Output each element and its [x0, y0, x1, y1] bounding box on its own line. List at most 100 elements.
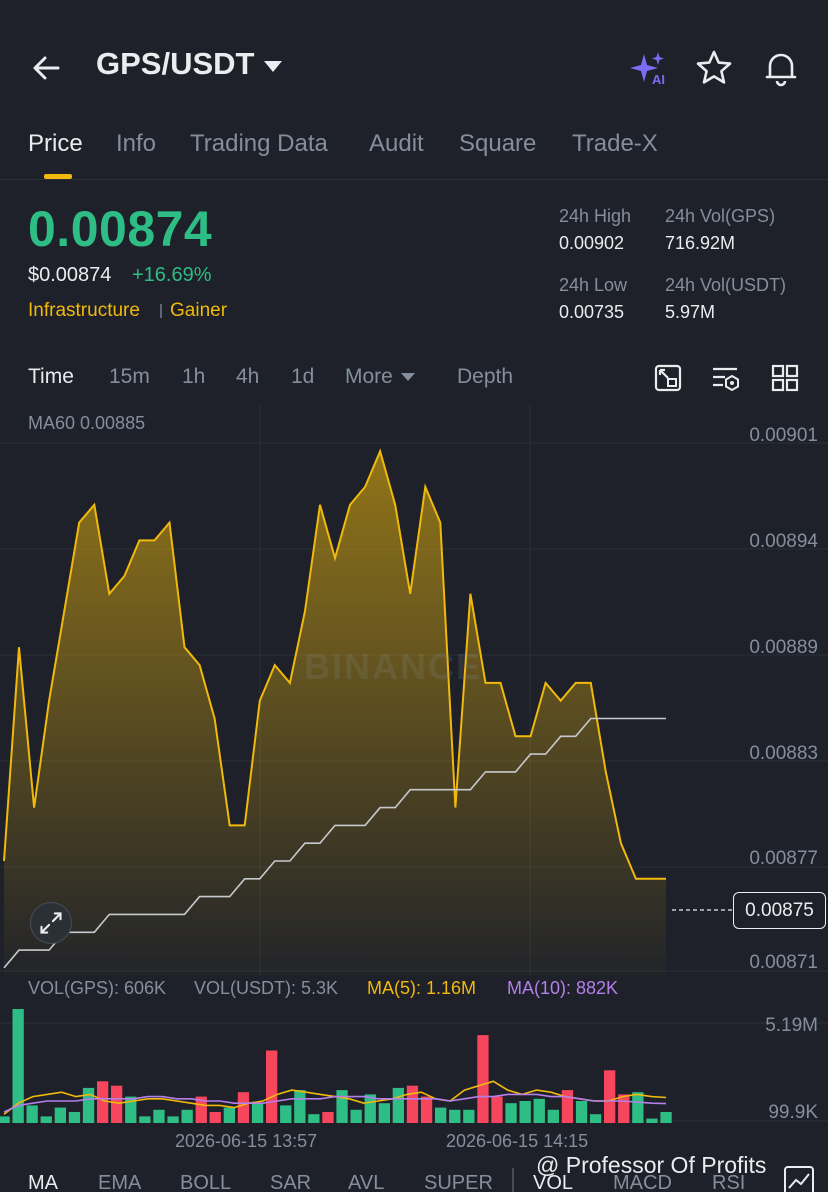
indicator-sar[interactable]: SAR: [270, 1172, 311, 1192]
volume-bar: [632, 1092, 644, 1123]
volume-bar: [646, 1118, 658, 1123]
star-icon[interactable]: [694, 48, 734, 88]
price-axis-tick: 0.00901: [749, 425, 818, 446]
tab-price[interactable]: Price: [28, 130, 83, 158]
binance-watermark: BINANCE: [304, 646, 483, 687]
volume-bar: [322, 1112, 334, 1123]
chart-type-icon[interactable]: [784, 1166, 814, 1192]
ma60-readout: MA60 0.00885: [28, 413, 146, 433]
volume-bar: [280, 1105, 292, 1123]
timeframe-1h[interactable]: 1h: [182, 365, 205, 389]
price-area: [4, 451, 666, 975]
volume-bar: [54, 1107, 66, 1123]
low-value: 0.00735: [559, 302, 625, 322]
vol-base-label: 24h Vol(GPS): [665, 206, 776, 226]
volume-bar: [463, 1109, 475, 1123]
volume-bar: [68, 1112, 81, 1123]
timeframe-more[interactable]: More: [345, 365, 415, 389]
grid-layout-icon[interactable]: [771, 364, 799, 392]
volume-bar: [111, 1085, 123, 1123]
timeframe-1d[interactable]: 1d: [291, 365, 314, 389]
volume-bar: [181, 1109, 193, 1123]
volume-bar: [449, 1109, 461, 1123]
volume-bar: [477, 1035, 489, 1123]
volume-bar: [589, 1114, 602, 1123]
indicator-settings-icon[interactable]: [711, 364, 741, 392]
chart-settings-icon[interactable]: [654, 364, 682, 392]
last-price: 0.00874: [28, 201, 213, 257]
tab-audit[interactable]: Audit: [369, 130, 424, 158]
volume-bar: [406, 1085, 419, 1123]
price-axis-tick: 0.00871: [749, 952, 818, 973]
volume-bar: [505, 1103, 517, 1123]
more-label: More: [345, 365, 393, 388]
volume-bar: [40, 1116, 52, 1123]
time-axis-label: 2026-06-15 13:57: [175, 1131, 318, 1151]
volume-bar: [223, 1107, 235, 1123]
price-axis-tick: 0.00894: [749, 531, 818, 552]
depth-tab[interactable]: Depth: [457, 365, 513, 389]
indicator-ema[interactable]: EMA: [98, 1172, 141, 1192]
volume-bar: [294, 1090, 306, 1123]
volume-bar: [209, 1112, 221, 1123]
price-change: +16.69%: [132, 264, 212, 286]
timeframe-4h[interactable]: 4h: [236, 365, 259, 389]
page-tabs: Price Info Trading Data Audit Square Tra…: [0, 120, 828, 180]
volume-bar: [618, 1094, 630, 1123]
volume-bar: [350, 1109, 362, 1123]
volume-bar: [308, 1114, 320, 1123]
volume-bar: [491, 1096, 503, 1123]
author-credit: @ Professor Of Profits: [536, 1152, 767, 1178]
indicator-ma[interactable]: MA: [28, 1172, 58, 1192]
vol-base-value: 716.92M: [665, 233, 736, 253]
volume-min-label: 99.9K: [768, 1102, 818, 1123]
category-tag[interactable]: Infrastructure: [28, 300, 140, 322]
indicator-divider: [512, 1168, 514, 1192]
vol-quote-label: 24h Vol(USDT): [665, 275, 787, 295]
volume-bar: [139, 1116, 151, 1123]
active-tab-indicator: [44, 174, 72, 179]
back-arrow-icon[interactable]: [28, 48, 68, 88]
volume-bar: [435, 1107, 447, 1123]
volume-bar: [561, 1090, 574, 1123]
volume-bar: [660, 1112, 672, 1123]
vol-ma5-readout: MA(5): 1.16M: [367, 978, 477, 998]
volume-bar: [26, 1105, 38, 1123]
ai-badge-text: AI: [652, 72, 665, 87]
chevron-down-icon: [400, 373, 415, 381]
high-value: 0.00902: [559, 233, 625, 253]
volume-bar: [392, 1087, 404, 1123]
price-axis-tick: 0.00883: [749, 743, 818, 764]
volume-bar: [575, 1101, 588, 1123]
timeframe-15m[interactable]: 15m: [109, 365, 150, 389]
indicator-boll[interactable]: BOLL: [180, 1172, 231, 1192]
gainer-tag[interactable]: Gainer: [170, 300, 227, 322]
bell-icon[interactable]: [761, 48, 801, 88]
indicator-super[interactable]: SUPER: [424, 1172, 493, 1192]
pair-selector[interactable]: GPS/USDT: [96, 46, 283, 82]
fullscreen-button[interactable]: [30, 902, 72, 944]
high-label: 24h High: [559, 206, 632, 226]
vol-quote-value: 5.97M: [665, 302, 716, 322]
tab-info[interactable]: Info: [116, 130, 156, 158]
volume-max-label: 5.19M: [765, 1015, 818, 1036]
tab-trading-data[interactable]: Trading Data: [190, 130, 328, 158]
volume-chart[interactable]: [0, 1005, 828, 1127]
tag-divider: [160, 304, 162, 318]
tab-trade-x[interactable]: Trade-X: [572, 130, 658, 158]
timeframe-time[interactable]: Time: [28, 365, 74, 389]
tab-square[interactable]: Square: [459, 130, 536, 158]
vol-usdt-readout: VOL(USDT): 5.3K: [194, 978, 339, 998]
volume-bar: [251, 1103, 264, 1123]
price-chart[interactable]: [0, 405, 828, 975]
volume-bars: [0, 1009, 672, 1123]
chevron-down-icon: [264, 60, 283, 72]
volume-bar: [0, 1116, 10, 1123]
volume-bar: [378, 1103, 390, 1123]
volume-bar: [97, 1081, 109, 1123]
ai-sparkle-icon[interactable]: AI: [630, 50, 670, 90]
pair-name: GPS/USDT: [96, 46, 255, 81]
time-axis-label: 2026-06-15 14:15: [446, 1131, 589, 1151]
indicator-avl[interactable]: AVL: [348, 1172, 384, 1192]
volume-bar: [82, 1087, 95, 1123]
